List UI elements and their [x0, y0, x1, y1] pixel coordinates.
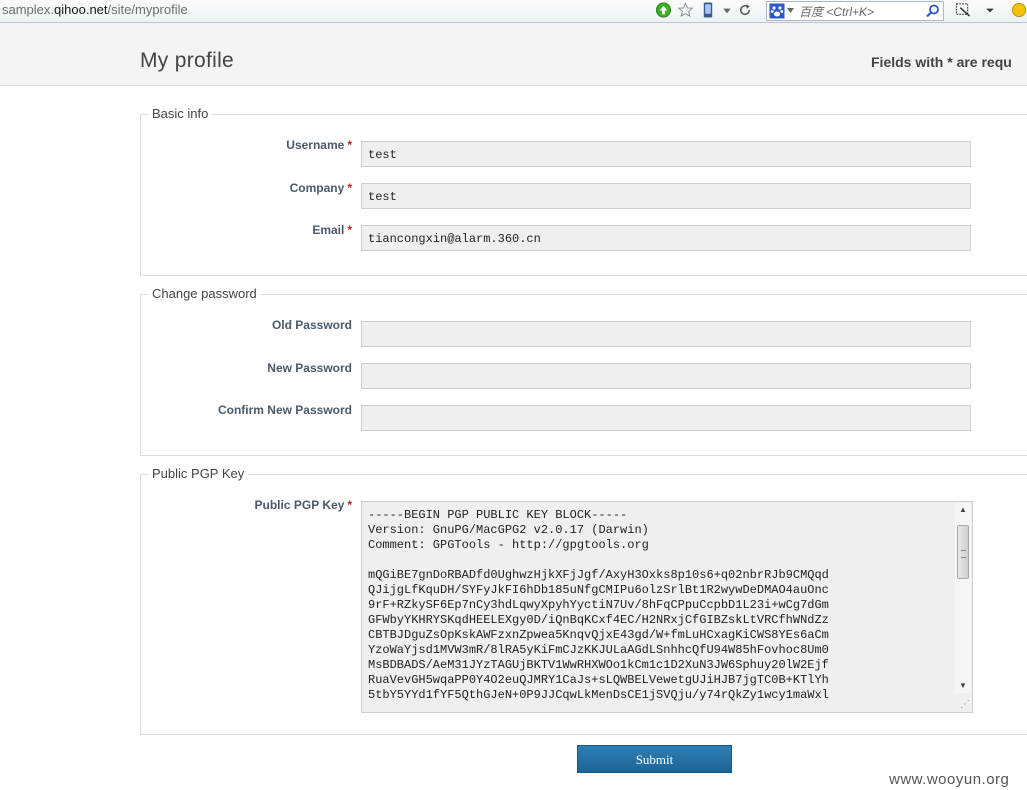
mobile-device-icon[interactable] [702, 2, 714, 18]
pgp-key-textarea[interactable]: -----BEGIN PGP PUBLIC KEY BLOCK----- Ver… [361, 501, 973, 713]
required-fields-note: Fields with * are requ [871, 54, 1012, 70]
url-domain: qihoo.net [54, 2, 108, 17]
change-password-legend: Change password [148, 286, 261, 301]
menu-arrow-icon[interactable] [985, 2, 995, 18]
browser-toolbar: samplex.qihoo.net/site/myprofile 百度 <Ctr… [0, 0, 1027, 23]
company-input[interactable]: test [361, 183, 971, 209]
resize-grip-icon[interactable]: ⋰ [960, 699, 970, 710]
username-label: Username * [286, 138, 352, 152]
required-marker: * [347, 498, 352, 512]
page-title: My profile [140, 49, 235, 72]
new-password-label: New Password [267, 361, 352, 375]
confirm-password-input[interactable] [361, 405, 971, 431]
search-icon[interactable] [926, 4, 940, 18]
pgp-key-fieldset: Public PGP Key Public PGP Key * -----BEGI… [140, 466, 1027, 735]
scroll-down-arrow-icon[interactable]: ▼ [955, 679, 971, 693]
url-subdomain: samplex. [2, 2, 55, 17]
required-marker: * [347, 181, 352, 195]
confirm-password-label: Confirm New Password [217, 403, 352, 417]
scroll-up-arrow-icon[interactable]: ▲ [955, 503, 971, 517]
pgp-key-label: Public PGP Key * [254, 498, 352, 512]
bookmark-star-icon[interactable] [677, 2, 694, 18]
email-input[interactable]: tiancongxin@alarm.360.cn [361, 225, 971, 251]
vertical-scrollbar[interactable]: ▲ ▼ [955, 503, 971, 693]
old-password-label: Old Password [271, 318, 352, 332]
address-bar[interactable]: samplex.qihoo.net/site/myprofile [0, 0, 188, 22]
reload-icon[interactable] [737, 2, 753, 18]
company-label: Company * [289, 181, 352, 195]
required-marker: * [347, 138, 352, 152]
new-password-input[interactable] [361, 363, 971, 389]
engine-dropdown-icon[interactable] [787, 8, 794, 13]
change-password-fieldset: Change password Old Password New Passwor… [140, 286, 1027, 456]
pgp-key-text: -----BEGIN PGP PUBLIC KEY BLOCK----- Ver… [368, 508, 829, 702]
email-label: Email * [312, 223, 352, 237]
submit-button[interactable]: Submit [577, 745, 732, 773]
search-placeholder: 百度 <Ctrl+K> [799, 5, 875, 19]
url-path: /site/myprofile [107, 2, 188, 17]
search-box[interactable]: 百度 <Ctrl+K> [766, 1, 944, 21]
baidu-paw-icon[interactable] [769, 3, 785, 19]
dropdown-arrow-icon[interactable] [721, 2, 733, 18]
go-arrow-icon[interactable] [655, 2, 672, 18]
screenshot-tool-icon[interactable] [954, 2, 972, 18]
basic-info-fieldset: Basic info Username * test Company * test … [140, 106, 1027, 276]
page-header: My profile Fields with * are requ [0, 23, 1027, 86]
scrollbar-thumb[interactable] [957, 525, 969, 579]
smiley-icon[interactable] [1011, 2, 1027, 18]
old-password-input[interactable] [361, 321, 971, 347]
basic-info-legend: Basic info [148, 106, 213, 121]
watermark: www.wooyun.org [889, 771, 1010, 788]
pgp-key-legend: Public PGP Key [148, 466, 249, 481]
required-marker: * [347, 223, 352, 237]
username-input[interactable]: test [361, 141, 971, 167]
